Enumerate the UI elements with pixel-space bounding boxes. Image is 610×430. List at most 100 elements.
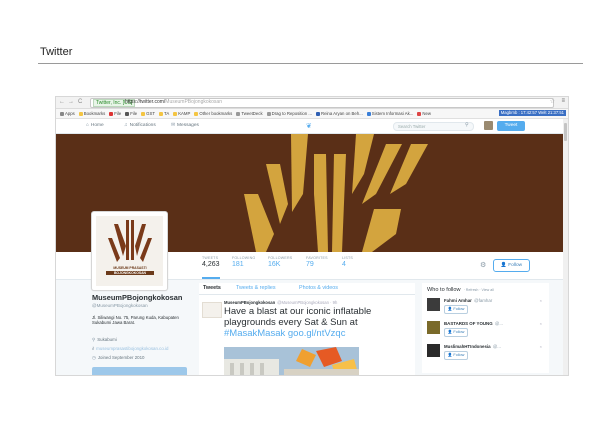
browser-screenshot: ← → C Twitter, Inc. [US] https://twitter… (55, 96, 569, 376)
nav-messages[interactable]: ✉ Messages (171, 123, 199, 128)
follow-button[interactable]: 👤 Follow (493, 259, 530, 272)
tweet-photo-graphic (224, 347, 359, 375)
reload-icon[interactable]: C (78, 99, 82, 105)
avatar[interactable] (427, 344, 440, 357)
suggestion-name[interactable]: BASTARDS OF YOUNG @... (444, 321, 503, 326)
bookmark-item[interactable]: TweetDeck (236, 109, 263, 118)
nav-home[interactable]: ⌂ Home (86, 123, 104, 128)
bookmark-item[interactable]: Sistem Informasi Ak... (366, 109, 413, 118)
avatar[interactable] (427, 321, 440, 334)
bookmark-item[interactable]: File (109, 109, 121, 118)
tweet-link[interactable]: #MasakMasak goo.gl/ntVzqc (224, 328, 345, 339)
suggestion-follow-button[interactable]: 👤 Follow (444, 351, 468, 360)
profile-joined: ◷ Joined September 2010 (92, 355, 145, 360)
star-icon[interactable]: ☆ (550, 98, 555, 105)
who-to-follow-panel: Who to follow · Refresh · View all Fahmi … (422, 283, 549, 373)
nav-notifications[interactable]: ♫ Notifications (124, 123, 156, 128)
suggestion-follow-button[interactable]: 👤 Follow (444, 305, 468, 314)
folder-icon (141, 112, 146, 116)
folder-icon (417, 112, 422, 116)
stat-following[interactable]: FOLLOWING 181 (232, 256, 255, 268)
bookmark-item[interactable]: File (125, 109, 137, 118)
page-scrollbar[interactable] (563, 119, 568, 375)
bookmark-item[interactable]: Drag to Reposition ... (266, 109, 312, 118)
scrollbar-thumb[interactable] (564, 123, 567, 141)
who-to-follow-title: Who to follow · Refresh · View all (427, 287, 494, 293)
folder-icon (194, 112, 199, 116)
suggestion-item: Fahmi Amhar @famhar 👤 Follow × (427, 297, 547, 319)
bookmark-item[interactable]: TA (159, 109, 169, 118)
location-icon: ⚲ (92, 337, 96, 342)
timeline-tabs: Tweets Tweets & replies Photos & videos (199, 283, 415, 295)
suggestion-item: BASTARDS OF YOUNG @... 👤 Follow × (427, 320, 547, 342)
bookmark-item[interactable]: Bookmarks (78, 109, 105, 118)
museum-logo: MUSEUM PRASASTI BOJONGKOKOSAN (96, 216, 163, 286)
tab-tweets[interactable]: Tweets (203, 285, 221, 291)
folder-icon (266, 112, 271, 116)
bird-icon[interactable]: ❦ (306, 122, 312, 130)
stat-tweets[interactable]: TWEETS 4,263 (202, 256, 220, 279)
folder-icon (173, 112, 178, 116)
suggestion-name[interactable]: Fahmi Amhar @famhar (444, 298, 492, 303)
tweet-avatar[interactable] (202, 302, 222, 318)
profile-name[interactable]: MuseumPBojongkokosan (92, 293, 182, 302)
stat-favorites[interactable]: FAVORITES 79 (306, 256, 328, 268)
forward-icon[interactable]: → (68, 99, 74, 105)
slide-divider (38, 63, 583, 64)
close-icon[interactable]: × (540, 298, 542, 303)
close-icon[interactable]: × (540, 344, 542, 349)
twitter-top-nav: ⌂ Home ♫ Notifications ✉ Messages ❦ Search … (56, 119, 568, 134)
profile-website[interactable]: ∂ museumprasastibojongkokosan.co.id (92, 346, 168, 351)
menu-icon[interactable]: ≡ (561, 98, 565, 104)
tab-photos-videos[interactable]: Photos & videos (299, 285, 338, 291)
bookmark-item[interactable]: KAMP (173, 109, 190, 118)
gear-icon[interactable]: ⚙ (480, 261, 486, 269)
search-icon[interactable]: ⚲ (465, 122, 469, 128)
museum-logo-graphic (108, 220, 152, 262)
folder-icon (78, 112, 83, 116)
link-icon: ∂ (92, 346, 95, 351)
bookmark-item[interactable]: Other bookmarks (194, 109, 232, 118)
home-icon: ⌂ (86, 123, 89, 128)
bookmark-time-badge: Magbrnb : 17:42:57 Welt 21:37:51 (498, 110, 566, 116)
stat-followers[interactable]: FOLLOWERS 16K (268, 256, 292, 268)
tab-tweets-replies[interactable]: Tweets & replies (236, 285, 276, 291)
search-input[interactable]: Search Twitter (393, 122, 474, 131)
browser-toolbar: ← → C Twitter, Inc. [US] https://twitter… (56, 97, 568, 109)
folder-icon (315, 112, 320, 116)
compose-tweet-button[interactable]: Tweet (497, 121, 525, 131)
back-icon[interactable]: ← (59, 99, 65, 105)
address-bar[interactable]: Twitter, Inc. [US] https://twitter.com/M… (90, 98, 554, 108)
tweet-author[interactable]: MuseumPBojongkokosan @MuseumPBojongkokosa… (224, 300, 337, 305)
tweet-photo[interactable] (224, 347, 359, 375)
profile-avatar[interactable]: MUSEUM PRASASTI BOJONGKOKOSAN (91, 211, 168, 291)
profile-bio: Jl. Siliwangi No. 75, Parung Kuda, Kabup… (92, 315, 179, 326)
tweet-item[interactable]: MuseumPBojongkokosan @MuseumPBojongkokosa… (199, 295, 415, 375)
logo-text-line1: MUSEUM PRASASTI (113, 266, 147, 270)
folder-icon (159, 112, 164, 116)
folder-icon (236, 112, 241, 116)
suggestion-name[interactable]: MuslimahHTIndonesia @... (444, 344, 501, 349)
suggestion-follow-button[interactable]: 👤 Follow (444, 328, 468, 337)
clock-icon: ◷ (92, 355, 96, 360)
profile-handle: @MuseumPBojongkokosan (92, 303, 148, 308)
folder-icon (60, 112, 64, 116)
tweet-text: Have a blast at our iconic inflatable pl… (224, 306, 372, 339)
bookmark-item[interactable]: Apps (60, 109, 75, 118)
who-to-follow-links[interactable]: · Refresh · View all (464, 288, 494, 292)
url-text: https://twitter.com/MuseumPBojongkokosan (125, 99, 222, 105)
bookmark-item[interactable]: GST (141, 109, 155, 118)
profile-location: ⚲ Sukabumi (92, 337, 117, 342)
folder-icon (366, 112, 371, 116)
envelope-icon: ✉ (171, 123, 176, 128)
bookmark-item[interactable]: New (417, 109, 431, 118)
suggestion-item: MuslimahHTIndonesia @... 👤 Follow × (427, 343, 547, 365)
profile-action-button[interactable] (92, 367, 187, 375)
stat-lists[interactable]: LISTS 4 (342, 256, 353, 268)
avatar[interactable] (484, 121, 493, 130)
bookmarks-bar: Apps Bookmarks File File GST TA KAMP Other book… (56, 109, 568, 119)
bookmark-item[interactable]: Reina Aryan on Beh... (315, 109, 363, 118)
bell-icon: ♫ (124, 123, 128, 128)
avatar[interactable] (427, 298, 440, 311)
close-icon[interactable]: × (540, 321, 542, 326)
